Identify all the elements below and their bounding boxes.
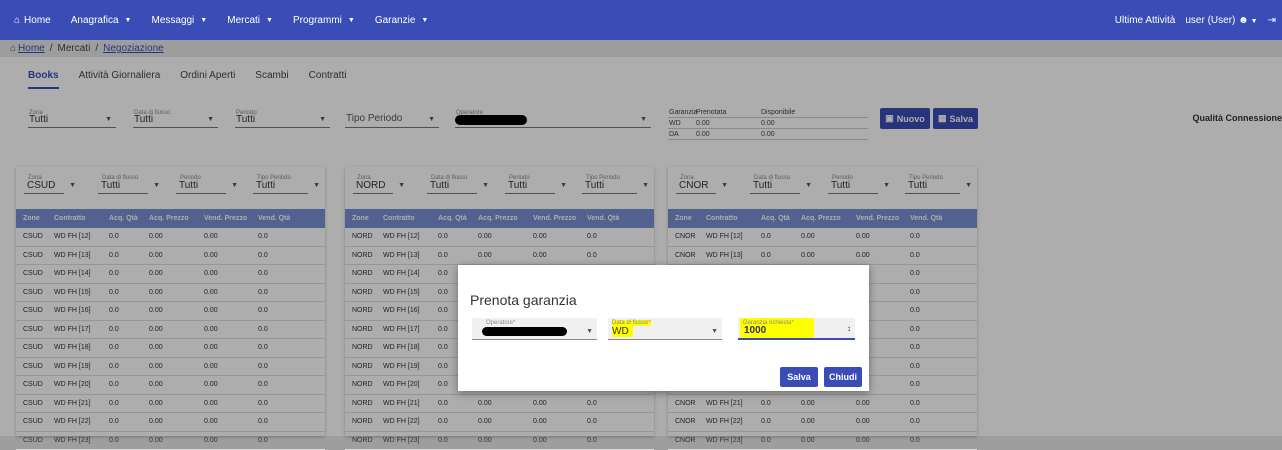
table-cell: WD FH [23] <box>383 437 438 444</box>
dropdown-arrow-icon: ▼ <box>586 328 593 335</box>
caret-down-icon: ▼ <box>421 17 428 24</box>
table-cell: 0.0 <box>587 437 637 444</box>
table-cell: 0.0 <box>109 437 149 444</box>
table-cell: NORD <box>345 437 383 444</box>
table-cell: 0.00 <box>149 437 204 444</box>
caret-down-icon: ▼ <box>1251 18 1258 25</box>
nav-anagrafica[interactable]: Anagrafica▼ <box>71 15 132 26</box>
table-cell: CNOR <box>668 437 706 444</box>
nav-home[interactable]: ⌂ Home <box>14 15 51 26</box>
caret-down-icon: ▼ <box>125 17 132 24</box>
modal-chiudi-button[interactable]: Chiudi <box>824 367 862 387</box>
redacted-value <box>482 327 567 336</box>
nav-garanzie[interactable]: Garanzie▼ <box>375 15 429 26</box>
recent-activity-link[interactable]: Ultime Attività <box>1115 15 1176 26</box>
table-cell: 0.0 <box>438 437 478 444</box>
table-cell: 0.00 <box>856 437 910 444</box>
dialog-title: Prenota garanzia <box>470 292 577 308</box>
modal-salva-button[interactable]: Salva <box>780 367 818 387</box>
top-navbar: ⌂ Home Anagrafica▼ Messaggi▼ Mercati▼ Pr… <box>0 0 1282 40</box>
caret-down-icon: ▼ <box>348 17 355 24</box>
table-cell: 0.0 <box>910 437 960 444</box>
table-cell: 0.00 <box>478 437 533 444</box>
table-cell: CSUD <box>16 437 54 444</box>
caret-down-icon: ▼ <box>266 17 273 24</box>
table-cell: 0.00 <box>533 437 587 444</box>
garanzia-richiesta-input[interactable]: Garanzia richiesta* 1000 ↕ <box>738 318 855 340</box>
table-cell: 0.00 <box>204 437 258 444</box>
dropdown-arrow-icon: ▼ <box>711 328 718 335</box>
home-icon: ⌂ <box>14 15 20 26</box>
operatore-select[interactable]: Operatore* ▼ <box>472 318 597 340</box>
nav-programmi[interactable]: Programmi▼ <box>293 15 355 26</box>
nav-right: Ultime Attività user (User) ☻▼ ⇥ <box>1115 0 1276 40</box>
number-stepper-icon[interactable]: ↕ <box>847 324 851 333</box>
user-menu[interactable]: user (User) ☻▼ <box>1185 15 1257 26</box>
user-icon: ☻ <box>1238 15 1249 26</box>
table-cell: 0.00 <box>801 437 856 444</box>
table-cell: 0.0 <box>761 437 801 444</box>
nav-messaggi[interactable]: Messaggi▼ <box>151 15 207 26</box>
caret-down-icon: ▼ <box>200 17 207 24</box>
prenota-garanzia-dialog: Prenota garanzia Operatore* ▼ Data di fl… <box>458 265 869 391</box>
table-cell: WD FH [23] <box>706 437 761 444</box>
data-flusso-select[interactable]: Data di flusso* WD ▼ <box>608 318 722 340</box>
table-cell: WD FH [23] <box>54 437 109 444</box>
nav-mercati[interactable]: Mercati▼ <box>227 15 273 26</box>
logout-icon[interactable]: ⇥ <box>1268 15 1276 26</box>
table-cell: 0.0 <box>258 437 308 444</box>
